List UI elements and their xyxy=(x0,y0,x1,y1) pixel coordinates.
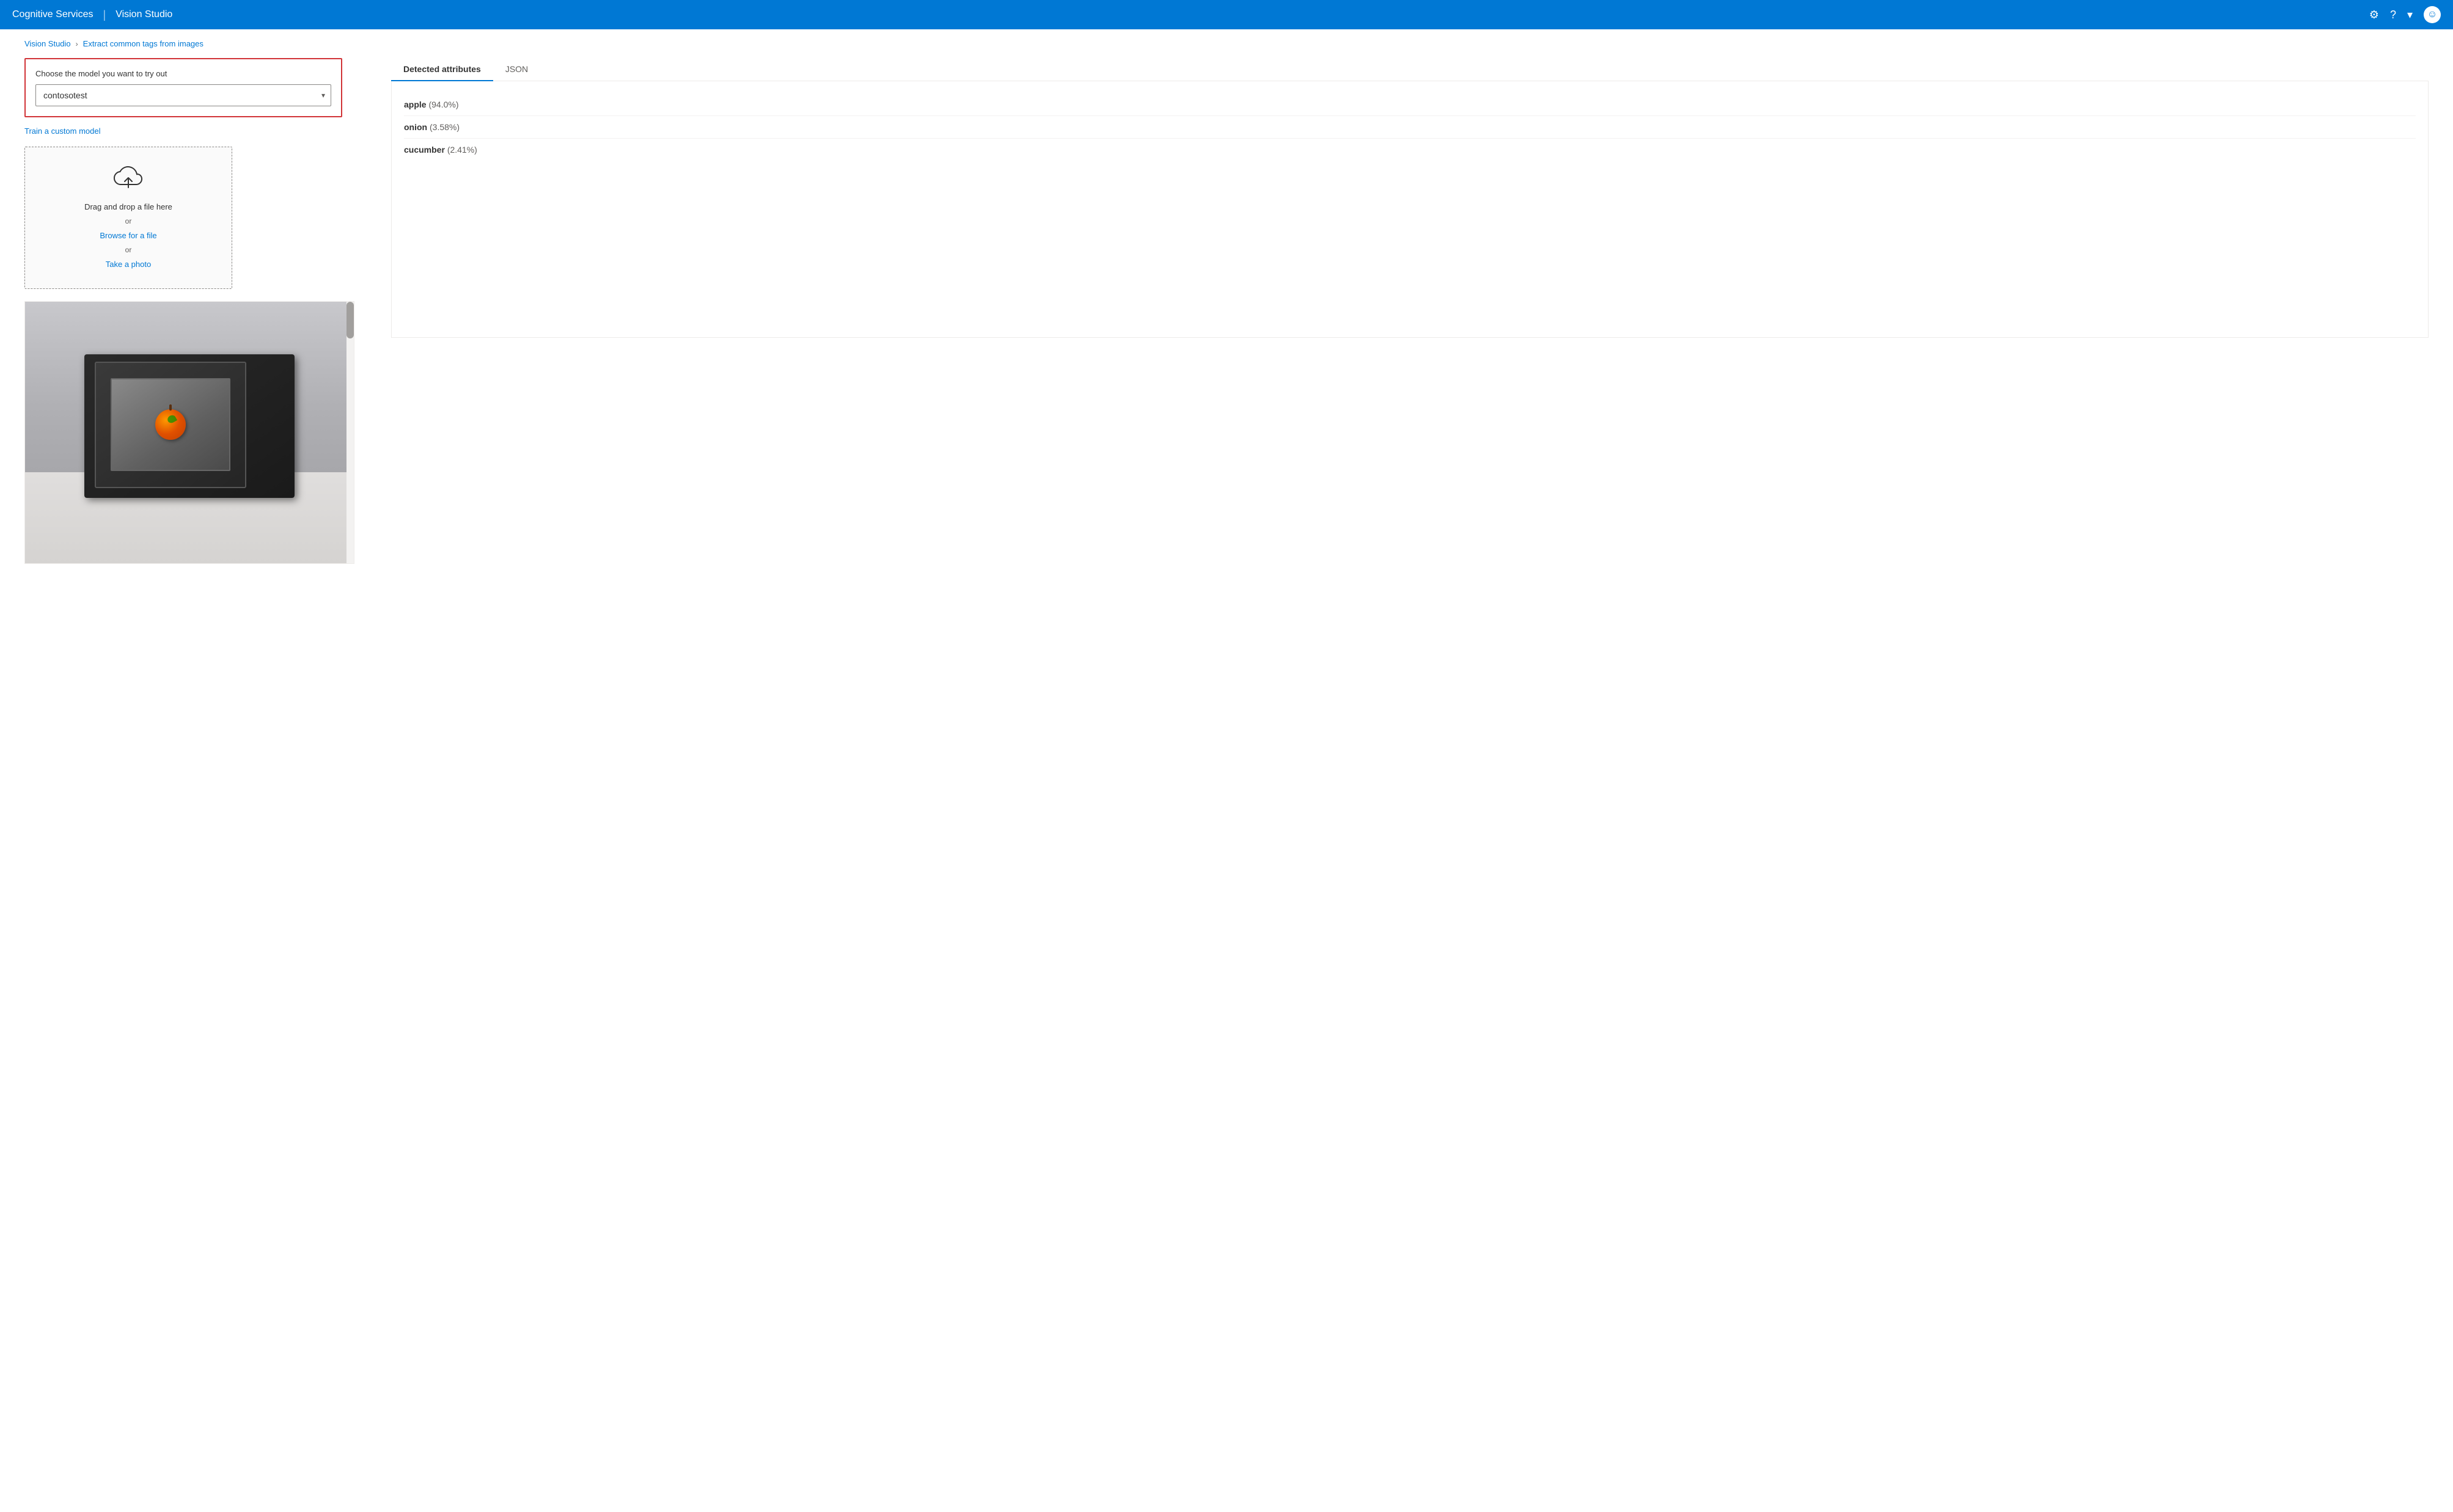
upload-or-1: or xyxy=(125,217,132,225)
file-upload-area[interactable]: Drag and drop a file here or Browse for … xyxy=(24,147,232,289)
microwave-image xyxy=(25,302,354,563)
attribute-score-cucumber: (2.41%) xyxy=(447,145,477,155)
product-label: Vision Studio xyxy=(116,9,172,20)
attribute-row-onion: onion (3.58%) xyxy=(404,116,2416,139)
take-photo-link[interactable]: Take a photo xyxy=(106,260,151,269)
model-select-wrapper: contosotest model-v2 general-model ▾ xyxy=(35,84,331,106)
settings-icon[interactable]: ⚙ xyxy=(2369,9,2379,21)
upload-or-2: or xyxy=(125,246,132,254)
model-box-label: Choose the model you want to try out xyxy=(35,69,331,78)
upload-cloud-icon xyxy=(37,164,219,194)
attribute-name-apple: apple xyxy=(404,100,427,109)
breadcrumb-home[interactable]: Vision Studio xyxy=(24,39,71,48)
scrollbar-track[interactable] xyxy=(346,302,354,563)
user-avatar[interactable]: ☺ xyxy=(2424,6,2441,23)
avatar-icon: ☺ xyxy=(2427,9,2437,20)
attributes-panel: apple (94.0%) onion (3.58%) cucumber (2.… xyxy=(391,81,2429,338)
results-tabs: Detected attributes JSON xyxy=(391,58,2429,81)
main-content: Choose the model you want to try out con… xyxy=(0,53,2453,588)
scrollbar-thumb[interactable] xyxy=(346,302,354,338)
attribute-row-cucumber: cucumber (2.41%) xyxy=(404,139,2416,161)
model-select[interactable]: contosotest model-v2 general-model xyxy=(35,84,331,106)
top-navigation-bar: Cognitive Services | Vision Studio ⚙ ? ▾… xyxy=(0,0,2453,29)
attribute-name-onion: onion xyxy=(404,122,427,132)
breadcrumb-separator: › xyxy=(76,40,78,48)
breadcrumb-current[interactable]: Extract common tags from images xyxy=(83,39,204,48)
help-icon[interactable]: ? xyxy=(2390,9,2396,21)
browse-file-link[interactable]: Browse for a file xyxy=(100,231,156,240)
microwave-door xyxy=(95,362,246,488)
tab-detected-attributes[interactable]: Detected attributes xyxy=(391,58,493,81)
image-preview-container xyxy=(24,301,354,564)
dropdown-icon[interactable]: ▾ xyxy=(2407,9,2413,21)
left-panel: Choose the model you want to try out con… xyxy=(24,58,367,564)
attribute-score-onion: (3.58%) xyxy=(430,122,460,132)
attribute-name-cucumber: cucumber xyxy=(404,145,445,155)
right-panel: Detected attributes JSON apple (94.0%) o… xyxy=(391,58,2429,564)
nav-divider: | xyxy=(103,9,106,21)
microwave-window xyxy=(111,378,230,471)
apple-object xyxy=(155,409,186,440)
upload-text: Drag and drop a file here or Browse for … xyxy=(37,200,219,271)
drag-drop-label: Drag and drop a file here xyxy=(84,202,172,211)
attribute-score-apple: (94.0%) xyxy=(428,100,458,109)
brand-label: Cognitive Services xyxy=(12,9,94,20)
breadcrumb: Vision Studio › Extract common tags from… xyxy=(0,29,2453,53)
model-selection-box: Choose the model you want to try out con… xyxy=(24,58,342,117)
train-custom-model-link[interactable]: Train a custom model xyxy=(24,126,101,136)
microwave-body xyxy=(84,354,295,498)
attribute-row-apple: apple (94.0%) xyxy=(404,93,2416,116)
tab-json[interactable]: JSON xyxy=(493,58,540,81)
